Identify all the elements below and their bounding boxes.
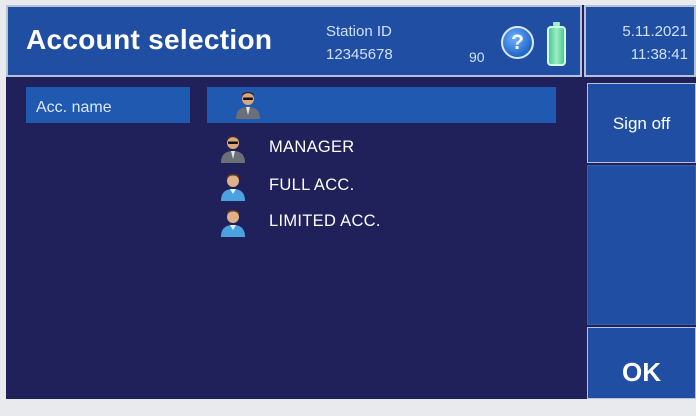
station-id-label: Station ID (326, 23, 392, 40)
manager-user-icon (221, 136, 245, 163)
account-option-manager[interactable]: MANAGER (218, 133, 418, 165)
screen: Account selection Station ID 12345678 90… (6, 5, 696, 399)
account-option-full[interactable]: FULL ACC. (218, 171, 418, 203)
help-icon[interactable]: ? (501, 26, 534, 59)
page-title: Account selection (26, 24, 273, 55)
header-bar: Account selection Station ID 12345678 90… (6, 5, 582, 77)
account-option-label: LIMITED ACC. (269, 212, 381, 230)
account-name-field[interactable] (207, 87, 556, 123)
manager-user-icon (236, 92, 260, 119)
account-option-limited[interactable]: LIMITED ACC. (218, 207, 418, 239)
sign-off-button[interactable]: Sign off (587, 83, 696, 163)
account-option-label: FULL ACC. (269, 176, 355, 194)
user-icon (221, 174, 245, 201)
ok-button[interactable]: OK (587, 327, 696, 399)
account-name-label: Acc. name (26, 87, 190, 123)
battery-icon (547, 22, 566, 66)
time-display: 11:38:41 (630, 46, 688, 63)
side-panel-empty (587, 165, 696, 325)
datetime-panel: 5.11.2021 11:38:41 (584, 5, 696, 77)
battery-level-value: 90 (469, 49, 485, 65)
account-option-label: MANAGER (269, 138, 355, 156)
user-icon (221, 210, 245, 237)
station-id-value: 12345678 (326, 46, 393, 63)
date-display: 5.11.2021 (622, 23, 688, 40)
